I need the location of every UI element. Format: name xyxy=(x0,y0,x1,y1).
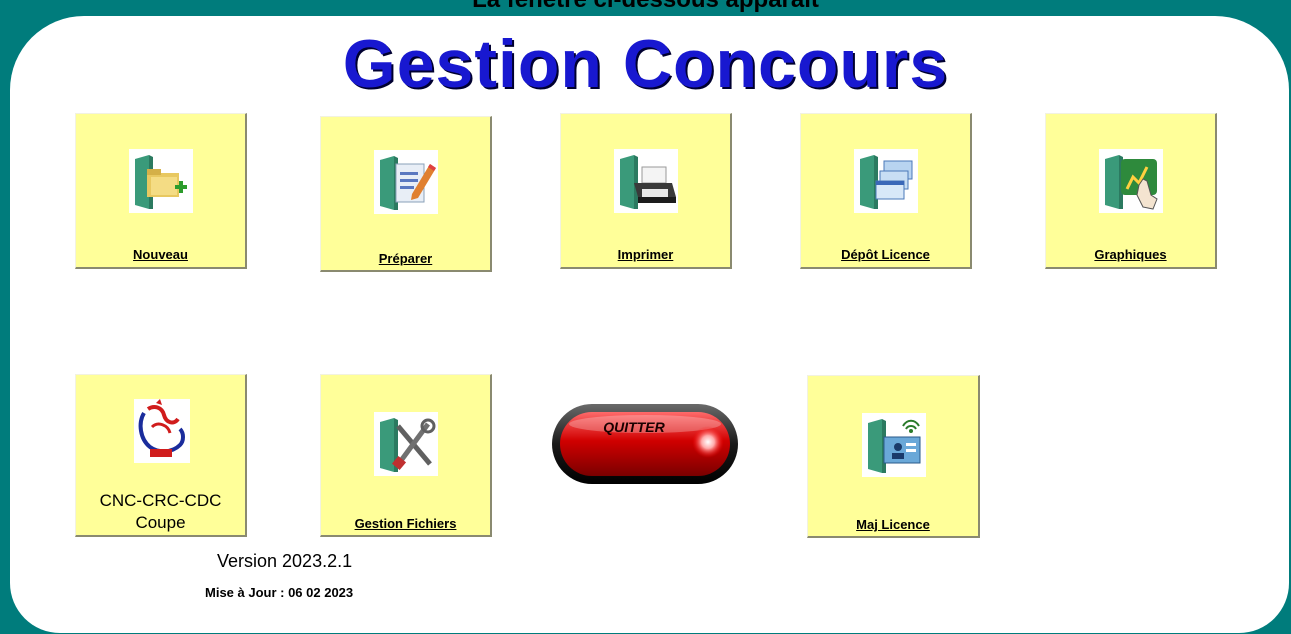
tile-nouveau[interactable]: Nouveau xyxy=(75,113,247,269)
tile-maj-licence-label: Maj Licence xyxy=(856,517,930,532)
main-panel xyxy=(10,16,1289,633)
quit-label: QUITTER xyxy=(603,419,665,435)
quit-button-shape xyxy=(552,404,738,484)
tile-graphiques[interactable]: Graphiques xyxy=(1045,113,1217,269)
tile-preparer-label: Préparer xyxy=(378,251,433,266)
folder-add-icon xyxy=(129,149,193,213)
tile-depot-licence-label: Dépôt Licence xyxy=(841,247,930,262)
tile-cnc-line2: Coupe xyxy=(135,513,186,532)
tile-nouveau-label: Nouveau xyxy=(133,247,188,262)
tile-imprimer[interactable]: Imprimer xyxy=(560,113,732,269)
version-text: Version 2023.2.1 xyxy=(217,551,353,571)
tile-cnc-coupe[interactable]: CNC-CRC-CDC Coupe xyxy=(75,374,247,537)
tile-graphiques-label: Graphiques xyxy=(1094,247,1167,262)
touch-chart-icon xyxy=(1099,149,1163,213)
tile-depot-licence[interactable]: Dépôt Licence xyxy=(800,113,972,269)
update-date-text: Mise à Jour : 06 02 2023 xyxy=(205,585,354,600)
tile-maj-licence[interactable]: Maj Licence xyxy=(807,375,980,538)
printer-icon xyxy=(614,149,678,213)
tile-cnc-line1: CNC-CRC-CDC xyxy=(99,491,222,510)
document-edit-icon xyxy=(374,150,438,214)
page-caption: La fenêtre ci-dessous apparaît xyxy=(0,0,1291,14)
windows-stack-icon xyxy=(854,149,918,213)
rooster-logo-icon xyxy=(134,399,190,463)
tile-gestion-fichiers-label: Gestion Fichiers xyxy=(354,516,457,531)
tools-icon xyxy=(374,412,438,476)
app-title: Gestion Concours xyxy=(342,26,949,102)
quit-button[interactable]: QUITTER xyxy=(550,402,740,486)
tile-preparer[interactable]: Préparer xyxy=(320,116,492,272)
wireless-card-icon xyxy=(862,413,926,477)
tile-gestion-fichiers[interactable]: Gestion Fichiers xyxy=(320,374,492,537)
tile-imprimer-label: Imprimer xyxy=(617,247,674,262)
